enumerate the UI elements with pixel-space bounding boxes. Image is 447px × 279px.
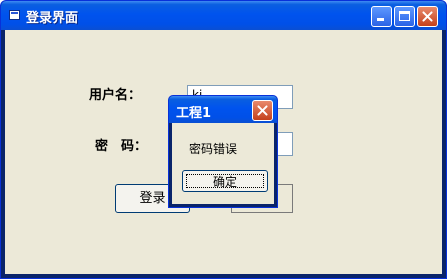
close-button[interactable] [417,6,438,27]
app-icon [9,10,20,20]
title-bar[interactable]: 登录界面 [1,1,446,30]
dialog-close-icon [257,105,268,116]
ok-button-label: 确定 [186,174,264,189]
dialog-title-bar[interactable]: 工程1 [169,96,277,123]
maximize-button[interactable] [394,6,415,27]
minimize-button[interactable] [371,6,392,27]
dialog-message: 密码错误 [189,142,238,156]
dialog-body: 密码错误 确定 [172,123,274,204]
error-dialog: 工程1 密码错误 确定 [168,95,278,208]
window-title: 登录界面 [26,11,79,26]
close-icon [422,11,433,22]
ok-button[interactable]: 确定 [182,170,268,192]
password-label: 密 码： [95,139,148,154]
username-label: 用户名： [89,88,142,103]
dialog-close-button[interactable] [252,100,273,121]
dialog-title: 工程1 [176,106,212,121]
